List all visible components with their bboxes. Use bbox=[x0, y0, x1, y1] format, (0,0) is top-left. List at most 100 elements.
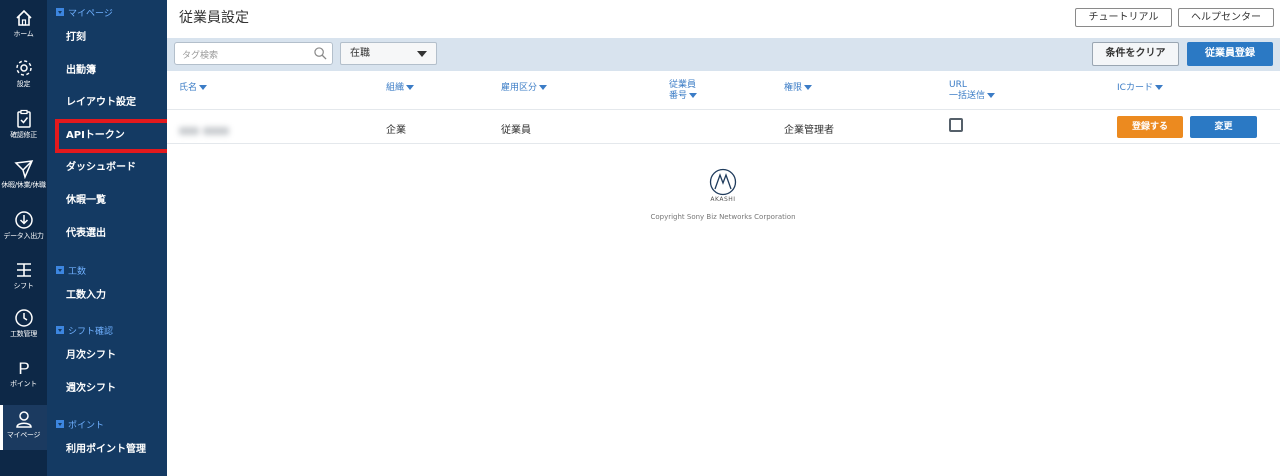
url-bulk-send-checkbox[interactable] bbox=[949, 118, 963, 132]
column-header-label: 雇用区分 bbox=[501, 83, 538, 93]
nav-section-label: 工数 bbox=[68, 266, 87, 277]
collapse-icon bbox=[56, 266, 64, 274]
column-header-org[interactable]: 組織 bbox=[386, 83, 415, 94]
column-header-label: 一括送信 bbox=[949, 91, 986, 101]
rail-item-label: 確認修正 bbox=[10, 131, 37, 139]
divider bbox=[167, 143, 1280, 144]
rail-item-label: ポイント bbox=[10, 380, 37, 388]
point-p-icon: P bbox=[18, 359, 29, 378]
nav-item-kyuka-ichiran[interactable]: 休暇一覧 bbox=[66, 193, 106, 209]
divider bbox=[167, 109, 1280, 110]
paper-plane-icon bbox=[13, 160, 33, 179]
rail-item-settings[interactable]: 設定 bbox=[0, 58, 47, 108]
nav-section-label: ポイント bbox=[68, 420, 105, 431]
sort-down-icon bbox=[987, 93, 996, 98]
main-content: 従業員設定 チュートリアル ヘルプセンター 在職 条件をクリア 従業員登録 氏名… bbox=[167, 0, 1280, 476]
column-header-employment[interactable]: 雇用区分 bbox=[501, 83, 548, 94]
rail-item-data-io[interactable]: データ入出力 bbox=[0, 210, 47, 260]
nav-item-weekly-shift[interactable]: 週次シフト bbox=[66, 381, 116, 397]
rail-item-leave[interactable]: 休暇/休業/休職 bbox=[0, 159, 47, 209]
clock-icon bbox=[14, 309, 33, 327]
cell-role: 企業管理者 bbox=[784, 125, 834, 136]
column-header-ic-card[interactable]: ICカード bbox=[1117, 83, 1163, 94]
column-header-label: 氏名 bbox=[179, 83, 198, 93]
rail-item-shift[interactable]: シフト bbox=[0, 260, 47, 310]
rail-item-home[interactable]: ホーム bbox=[0, 8, 47, 58]
ic-card-register-button[interactable]: 登録する bbox=[1117, 116, 1183, 138]
rail-item-label: ホーム bbox=[13, 30, 34, 38]
akashi-logo bbox=[709, 168, 737, 196]
download-circle-icon bbox=[14, 211, 33, 229]
nav-item-kosu-input[interactable]: 工数入力 bbox=[66, 288, 106, 304]
column-header-employee-number[interactable]: 従業員 番号 bbox=[669, 80, 698, 102]
page-title: 従業員設定 bbox=[179, 10, 249, 26]
column-header-label: 権限 bbox=[784, 83, 803, 93]
collapse-icon bbox=[56, 420, 64, 428]
column-header-label: 番号 bbox=[669, 91, 688, 101]
collapse-icon bbox=[56, 326, 64, 334]
employee-name-blurred bbox=[179, 120, 237, 135]
cell-employment: 従業員 bbox=[501, 125, 531, 136]
user-icon bbox=[15, 411, 32, 428]
column-header-label: 組織 bbox=[386, 83, 405, 93]
collapse-icon bbox=[56, 8, 64, 16]
cell-org: 企業 bbox=[386, 125, 406, 136]
nav-item-dashboard[interactable]: ダッシュボード bbox=[66, 160, 136, 176]
sort-down-icon bbox=[689, 93, 698, 98]
column-header-url-bulk[interactable]: URL 一括送信 bbox=[949, 80, 996, 102]
shift-icon bbox=[16, 263, 31, 277]
nav-item-dakoku[interactable]: 打刻 bbox=[66, 30, 86, 46]
help-center-button[interactable]: ヘルプセンター bbox=[1178, 8, 1274, 27]
status-select-value: 在職 bbox=[350, 48, 370, 59]
clipboard-check-icon bbox=[16, 109, 31, 128]
sort-down-icon bbox=[804, 85, 813, 90]
rail-item-label: マイページ bbox=[6, 431, 41, 439]
nav-section-point[interactable]: ポイント bbox=[56, 417, 104, 431]
nav-item-shukkinbo[interactable]: 出勤簿 bbox=[66, 63, 96, 79]
nav-item-point-manage[interactable]: 利用ポイント管理 bbox=[66, 442, 146, 458]
svg-text:P: P bbox=[18, 359, 29, 378]
tag-search bbox=[174, 42, 333, 67]
tag-search-input[interactable] bbox=[175, 45, 305, 67]
rail-item-label: 休暇/休業/休職 bbox=[1, 181, 46, 189]
rail-item-label: データ入出力 bbox=[3, 232, 44, 240]
column-header-label: ICカード bbox=[1117, 83, 1153, 93]
sort-down-icon bbox=[406, 85, 415, 90]
nav-item-daihyo[interactable]: 代表選出 bbox=[66, 226, 106, 242]
sort-down-icon bbox=[539, 85, 548, 90]
tutorial-button[interactable]: チュートリアル bbox=[1075, 8, 1172, 27]
sub-navigation: マイページ 打刻 出勤簿 レイアウト設定 APIトークン ダッシュボード 休暇一… bbox=[47, 0, 196, 476]
filter-bar: 在職 条件をクリア 従業員登録 bbox=[167, 38, 1280, 71]
nav-section-shift[interactable]: シフト確認 bbox=[56, 323, 113, 337]
change-button[interactable]: 変更 bbox=[1190, 116, 1257, 138]
rail-item-label: 設定 bbox=[16, 80, 31, 88]
rail-item-kosu[interactable]: 工数管理 bbox=[0, 308, 47, 358]
sort-down-icon bbox=[199, 85, 208, 90]
status-select[interactable]: 在職 bbox=[340, 42, 437, 65]
chevron-down-icon bbox=[417, 51, 427, 57]
sort-down-icon bbox=[1154, 85, 1163, 90]
rail-item-point[interactable]: P ポイント bbox=[0, 358, 47, 408]
nav-section-label: マイページ bbox=[68, 8, 113, 19]
app-window: ホーム 設定 確認修正 休暇/休業/休職 データ入出力 シフト 工数管理 P ポ bbox=[0, 0, 1280, 476]
clear-conditions-button[interactable]: 条件をクリア bbox=[1092, 42, 1179, 66]
rail-item-confirm[interactable]: 確認修正 bbox=[0, 109, 47, 159]
search-icon[interactable] bbox=[314, 47, 327, 60]
rail-item-mypage[interactable]: マイページ bbox=[0, 405, 47, 450]
column-header-label: URL bbox=[949, 80, 967, 90]
home-icon bbox=[15, 9, 32, 26]
rail-item-label: シフト bbox=[13, 282, 34, 290]
column-header-role[interactable]: 権限 bbox=[784, 83, 813, 94]
rail-item-label: 工数管理 bbox=[10, 330, 37, 338]
nav-item-layout[interactable]: レイアウト設定 bbox=[66, 95, 136, 111]
column-header-label: 従業員 bbox=[669, 80, 697, 90]
icon-rail: ホーム 設定 確認修正 休暇/休業/休職 データ入出力 シフト 工数管理 P ポ bbox=[0, 0, 47, 476]
copyright-text: Copyright Sony Biz Networks Corporation bbox=[650, 213, 796, 221]
column-header-name[interactable]: 氏名 bbox=[179, 83, 208, 94]
nav-section-mypage[interactable]: マイページ bbox=[56, 5, 113, 19]
nav-section-label: シフト確認 bbox=[68, 326, 114, 337]
nav-item-monthly-shift[interactable]: 月次シフト bbox=[66, 348, 116, 364]
register-employee-button[interactable]: 従業員登録 bbox=[1187, 42, 1273, 66]
logo-text: AKASHI bbox=[710, 196, 736, 203]
nav-section-kosu[interactable]: 工数 bbox=[56, 263, 86, 277]
